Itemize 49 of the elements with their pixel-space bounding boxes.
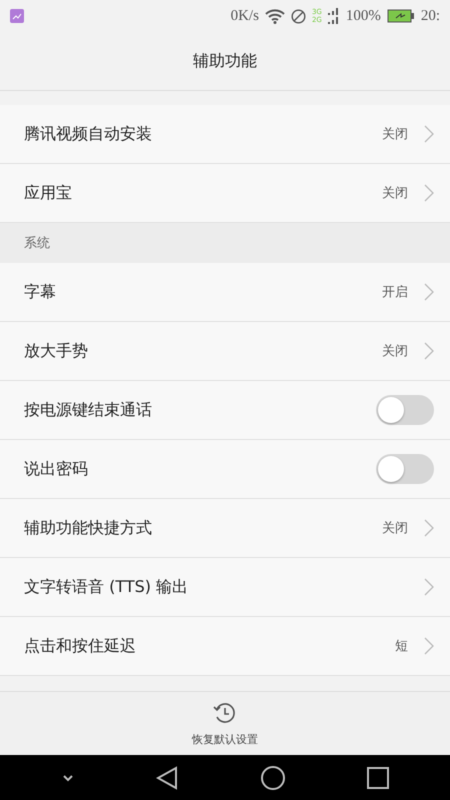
- settings-row[interactable]: 辅助功能快捷方式 关闭: [0, 499, 450, 558]
- setting-label: 腾讯视频自动安装: [24, 124, 153, 144]
- toggle-switch[interactable]: [376, 395, 434, 425]
- chevron-icon: [424, 578, 434, 596]
- network-speed: 0K/s: [230, 8, 259, 24]
- settings-row[interactable]: 腾讯视频自动安装 关闭: [0, 105, 450, 164]
- settings-row[interactable]: 按电源键结束通话: [0, 381, 450, 440]
- setting-label: 说出密码: [24, 458, 89, 480]
- settings-row[interactable]: 文字转语音 (TTS) 输出: [0, 558, 450, 617]
- chevron-icon: [424, 519, 434, 537]
- restore-defaults-button[interactable]: 恢复默认设置: [192, 700, 258, 747]
- setting-label: 点击和按住延迟: [24, 636, 137, 656]
- chevron-icon: [424, 637, 434, 655]
- page-title: 辅助功能: [193, 50, 257, 72]
- settings-row[interactable]: 字幕 开启: [0, 263, 450, 322]
- blocked-icon: [290, 8, 306, 24]
- setting-value: 开启: [382, 284, 408, 301]
- setting-value: 短: [395, 638, 408, 655]
- recents-button[interactable]: [367, 766, 390, 788]
- home-button[interactable]: [260, 764, 286, 790]
- setting-value: 关闭: [382, 520, 408, 537]
- signal-icon: [328, 7, 340, 25]
- settings-row[interactable]: 放大手势 关闭: [0, 322, 450, 381]
- setting-value: 关闭: [382, 126, 408, 143]
- battery-level: 100%: [346, 8, 381, 24]
- setting-label: 文字转语音 (TTS) 输出: [24, 576, 190, 598]
- collapse-button[interactable]: [60, 772, 75, 782]
- setting-label: 应用宝: [24, 182, 73, 204]
- chevron-icon: [424, 184, 434, 202]
- setting-value: 关闭: [382, 343, 408, 360]
- setting-label: 放大手势: [24, 340, 89, 362]
- history-icon: [212, 700, 238, 726]
- settings-row[interactable]: 点击和按住延迟 短: [0, 617, 450, 676]
- toggle-switch[interactable]: [376, 454, 434, 484]
- chevron-icon: [424, 283, 434, 301]
- clock: 20:: [420, 8, 440, 24]
- setting-value: 关闭: [382, 185, 408, 202]
- setting-label: 辅助功能快捷方式: [24, 518, 153, 538]
- battery-icon: [386, 9, 415, 23]
- settings-row[interactable]: 说出密码: [0, 440, 450, 499]
- wifi-icon: [264, 8, 285, 24]
- chevron-icon: [424, 125, 434, 143]
- back-button[interactable]: [156, 766, 178, 790]
- setting-label: 按电源键结束通话: [24, 400, 153, 420]
- settings-row[interactable]: 应用宝 关闭: [0, 164, 450, 223]
- chevron-icon: [424, 342, 434, 360]
- setting-label: 字幕: [24, 282, 57, 302]
- gallery-icon: [10, 9, 24, 23]
- section-title: 系统: [24, 235, 50, 252]
